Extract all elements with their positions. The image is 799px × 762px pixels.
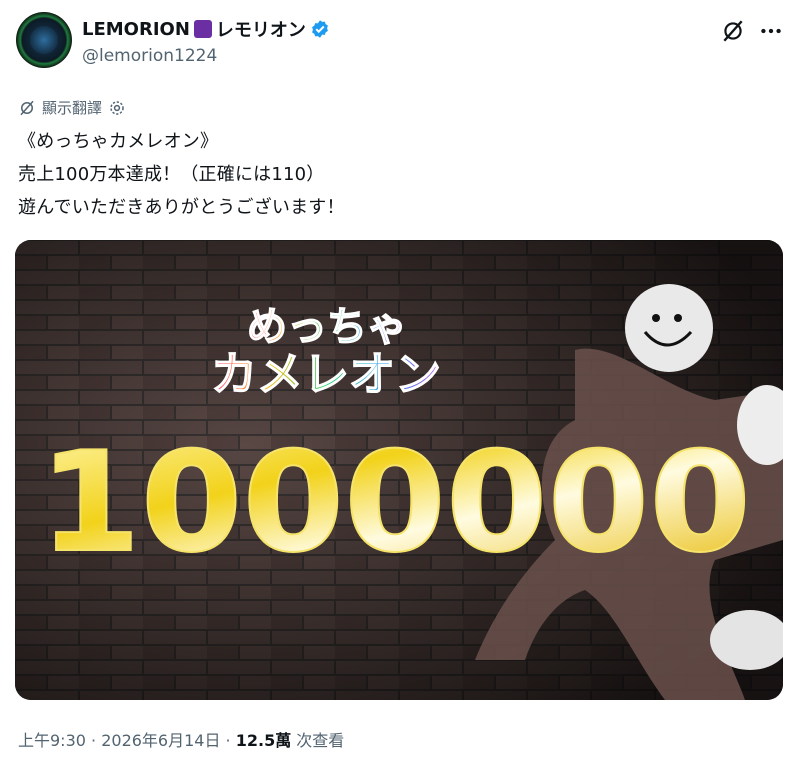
tweet-time[interactable]: 上午9:30 <box>18 731 86 750</box>
media-logo-line2: カメレオン <box>211 347 441 401</box>
tweet-text-line: 遊んでいただきありがとうございます！ <box>18 197 345 218</box>
author-name-row[interactable]: LEMORION レモリオン <box>82 16 330 42</box>
tweet-date[interactable]: 2026年6月14日 <box>101 731 220 750</box>
tweet-text-line: 《めっちゃカメレオン》 <box>18 131 219 152</box>
sparkle-emoji-icon <box>193 20 212 38</box>
meta-separator: · <box>85 731 102 750</box>
translate-row[interactable]: 顯示翻譯 <box>18 97 126 118</box>
avatar-inner <box>30 26 58 54</box>
grok-icon[interactable] <box>720 18 746 44</box>
meta-separator: · <box>220 731 236 750</box>
translate-icon <box>20 100 34 115</box>
media-logo-line1: めっちゃ <box>247 304 407 350</box>
media-big-number: 1000000 <box>39 422 751 583</box>
more-icon[interactable] <box>758 18 784 44</box>
tweet-text-line: 売上100万本達成！（正確には110） <box>18 164 325 185</box>
view-count: 12.5萬 <box>235 731 292 750</box>
display-name-suffix[interactable]: レモリオン <box>216 16 306 42</box>
media-artwork: めっちゃ カメレオン 1000000 <box>15 240 783 700</box>
author-handle[interactable]: @lemorion1224 <box>82 46 217 66</box>
tweet-media-image[interactable]: めっちゃ カメレオン 1000000 <box>15 240 783 700</box>
tweet-meta-row: 上午9:30 · 2026年6月14日 · 12.5萬 次查看 <box>18 727 344 751</box>
gear-icon[interactable] <box>108 99 126 117</box>
show-translation-link[interactable]: 顯示翻譯 <box>42 97 102 118</box>
display-name[interactable]: LEMORION <box>82 19 190 40</box>
avatar[interactable] <box>16 12 72 68</box>
view-count-label: 次查看 <box>291 731 345 750</box>
verified-badge-icon <box>311 20 328 38</box>
